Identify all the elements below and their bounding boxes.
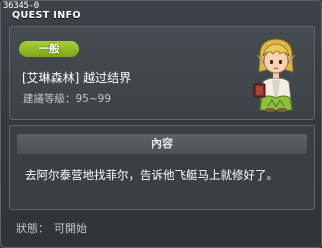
quest-category-badge: 一般 xyxy=(19,41,79,57)
window-title: QUEST INFO xyxy=(12,10,81,21)
quest-description: 去阿尔泰营地找菲尔，告诉他飞艇马上就修好了。 xyxy=(25,168,278,182)
status-label: 狀態： xyxy=(16,222,49,235)
npc-elf-portrait-icon xyxy=(253,38,296,112)
status-value: 可開始 xyxy=(54,222,87,235)
recommended-level: 建議等級：95~99 xyxy=(23,93,112,105)
quest-content-panel: 內容 去阿尔泰营地找菲尔，告诉他飞艇马上就修好了。 xyxy=(9,125,315,210)
content-header: 內容 xyxy=(17,134,307,154)
quest-status: 狀態： 可開始 xyxy=(16,220,92,236)
quest-title: [艾琳森林] 越过结界 xyxy=(22,71,132,85)
quest-summary-panel: 一般 [艾琳森林] 越过结界 建議等級：95~99 xyxy=(9,26,315,120)
quest-info-window: 36345-0 QUEST INFO 一般 [艾琳森林] 越过结界 建議等級：9… xyxy=(0,0,322,248)
